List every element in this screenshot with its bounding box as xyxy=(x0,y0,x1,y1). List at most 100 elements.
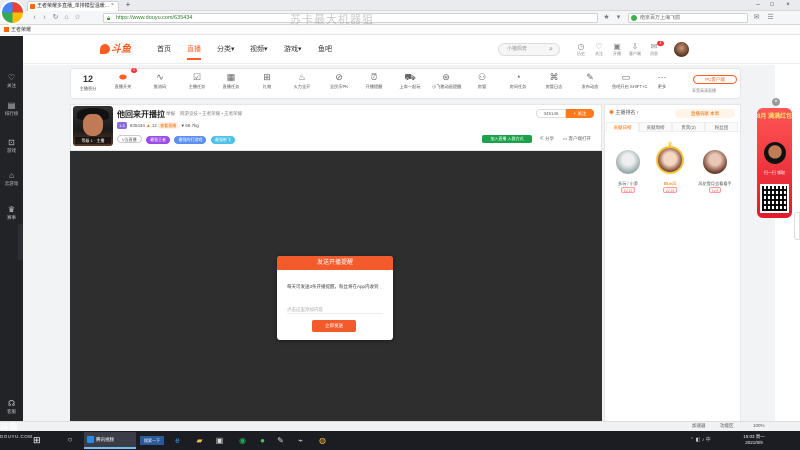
tab-daily-rank[interactable]: 贡献日榜 xyxy=(606,122,639,132)
editor-icon[interactable]: ✎ xyxy=(274,434,287,447)
folder-icon[interactable]: ▰ xyxy=(193,434,206,447)
room-task-button[interactable]: ◔ 房间任务 xyxy=(504,71,532,90)
client-watch-button[interactable]: ▭ 客户端打开 xyxy=(563,136,591,142)
bookmark-star-icon[interactable]: ★ xyxy=(602,13,611,22)
sidebar-item-service[interactable]: ☊ 客服 xyxy=(0,396,23,422)
anchor-task-button[interactable]: ☑ 主播任务 xyxy=(183,71,211,90)
feature-label: 发布动态 xyxy=(581,84,599,89)
nav-category[interactable]: 分类▾ xyxy=(217,45,235,55)
room-tag[interactable]: 最强带飞 xyxy=(210,136,235,144)
room-admin-button[interactable]: ⚇ 房管 xyxy=(468,71,496,90)
sidebar-item-cloud-game[interactable]: ⌂ 云游戏 xyxy=(0,168,23,194)
gift-button[interactable]: ⊞ 礼物 xyxy=(253,71,281,90)
crown-icon: ♛ xyxy=(667,142,673,148)
nav-yuba[interactable]: 鱼吧 xyxy=(318,45,332,55)
admin-log-button[interactable]: ⌘ 房管日志 xyxy=(540,71,568,90)
nav-home[interactable]: 首页 xyxy=(157,45,171,55)
join-ride-button[interactable]: ⛟ 上车一起玩 xyxy=(396,71,424,90)
go-live-button[interactable]: ▣ 开播 xyxy=(610,42,624,57)
follow-list-button[interactable]: ♡ 关注 xyxy=(592,42,606,57)
green-app-icon[interactable]: ● xyxy=(256,434,269,447)
trophy-icon: ♛ xyxy=(7,205,16,214)
rank-user-1[interactable]: ♛ Blue风 LV.15 xyxy=(650,142,690,194)
wechat-icon[interactable]: ◉ xyxy=(236,434,249,447)
edge-icon[interactable]: e xyxy=(171,434,184,447)
new-tab-icon[interactable]: + xyxy=(123,1,133,10)
history-button[interactable]: ◷ 历史 xyxy=(574,42,588,57)
window-close-icon[interactable]: × xyxy=(782,0,794,10)
watch-report[interactable]: 查看直播 xyxy=(158,122,179,129)
tab-vip[interactable]: 贵宾(2) xyxy=(672,122,705,132)
menu-icon[interactable]: ☰ xyxy=(766,13,775,22)
room-category[interactable]: 网游竞技 • 王者荣耀 • 王者荣耀 xyxy=(180,111,242,117)
chrome-icon[interactable]: ◍ xyxy=(316,434,329,447)
browser-logo-icon[interactable] xyxy=(0,0,25,25)
nav-games[interactable]: 游戏▾ xyxy=(284,45,302,55)
rank-user-3[interactable]: 风花雪月会看看手 LV.9 xyxy=(695,150,735,194)
pc-client-button[interactable]: PC客户端 xyxy=(693,75,737,84)
follow-button[interactable]: + 关注 xyxy=(566,109,594,118)
search-icon[interactable]: ⌕ xyxy=(549,46,553,54)
tab-close-icon[interactable]: × xyxy=(111,2,114,8)
tab-weekly-rank[interactable]: 贡献周榜 xyxy=(639,122,672,132)
status-functions[interactable]: 功能区 xyxy=(720,423,734,429)
room-tag[interactable]: V当直播 xyxy=(117,135,142,143)
sidebar-item-games[interactable]: ⊡ 游戏 xyxy=(0,135,23,161)
nav-live[interactable]: 直播 xyxy=(187,45,201,55)
tab-fan-club[interactable]: 粉丝团 xyxy=(705,122,738,132)
terminal-icon[interactable]: ⌁ xyxy=(294,434,307,447)
join-fans-button[interactable]: 加入直播 入群方式 xyxy=(482,135,532,143)
client-download-button[interactable]: ⇩ 客户端 xyxy=(628,42,642,57)
report-link[interactable]: 举报 xyxy=(166,111,175,117)
dropdown-icon[interactable]: ▾ xyxy=(614,13,623,22)
live-switch-button[interactable]: ⬬ 直播开关 xyxy=(109,71,137,90)
maximize-icon[interactable]: □ xyxy=(766,0,778,10)
user-avatar[interactable] xyxy=(674,42,689,57)
firepower-button[interactable]: ♨ 火力全开 xyxy=(288,71,316,90)
refresh-icon[interactable]: ↻ xyxy=(51,13,60,22)
post-dynamic-button[interactable]: ✎ 发布动态 xyxy=(576,71,604,90)
forward-icon[interactable]: › xyxy=(40,13,49,22)
room-tag[interactable]: 最强王者 xyxy=(146,136,171,144)
pk-button[interactable]: ⊘ 全民乐PK xyxy=(325,71,353,90)
weekly-contribution-link[interactable]: 直播贡献 本周 xyxy=(675,109,735,118)
browser-search-field[interactable]: 南京百万上海飞鸽 xyxy=(628,13,748,23)
ad-close-icon[interactable]: × xyxy=(772,98,780,106)
extension-icon[interactable]: ✉ xyxy=(752,13,761,22)
bookmark-item[interactable]: 王者荣耀 xyxy=(4,26,31,34)
taskbar-search-icon[interactable]: ○ xyxy=(60,434,80,446)
store-icon[interactable]: ▣ xyxy=(213,434,226,447)
minimize-icon[interactable]: – xyxy=(752,0,764,10)
live-task-button[interactable]: ▦ 直播任务 xyxy=(217,71,245,90)
home-icon[interactable]: ⌂ xyxy=(62,13,71,22)
streamer-avatar[interactable]: 等级 1 · 主播 xyxy=(73,106,113,146)
sidebar-item-ranking[interactable]: ▤ 排行榜 xyxy=(0,98,23,124)
taskbar-app[interactable]: 腾讯视频 xyxy=(84,432,136,449)
reminder-content-input[interactable]: 点击这里添加内容 xyxy=(287,306,383,314)
anchor-rank-link[interactable]: ◉ 主播排名 › xyxy=(609,109,638,116)
system-tray[interactable]: ⌃ ◧ ♪ 中 xyxy=(690,436,711,444)
taskbar-clock[interactable]: 15:03 周一 2021/8/9 xyxy=(734,434,774,446)
nav-video[interactable]: 视频▾ xyxy=(250,45,268,55)
status-accelerator[interactable]: 加速器 xyxy=(692,423,706,429)
room-tag[interactable]: 最强的打游戏 xyxy=(174,136,207,144)
stream-key-button[interactable]: ∿ 推流码 xyxy=(146,71,174,90)
live-reminder-button[interactable]: ⏰︎ 开播提醒 xyxy=(360,71,388,90)
start-windows-icon[interactable]: ⊞ xyxy=(33,436,41,445)
favorites-icon[interactable]: ☆ xyxy=(73,13,82,22)
chevron-down-icon: ▾ xyxy=(231,46,235,53)
share-button[interactable]: ⇱ 分享 xyxy=(540,136,554,142)
rank-user-2[interactable]: 多玩 / 小萝 LV.12 xyxy=(608,150,648,194)
browser-tab[interactable]: 王者荣耀多直播_单排模型温暖... xyxy=(27,1,119,11)
taskbar-search-tip[interactable]: 搜索一下 xyxy=(140,436,164,445)
pig-animation-button[interactable]: ⊛ 小飞猪动画提醒 xyxy=(432,71,461,90)
more-button[interactable]: ⋯ 更多 xyxy=(648,71,676,90)
zoom-level[interactable]: 100% xyxy=(753,423,765,428)
sidebar-item-follow[interactable]: ♡ 关注 xyxy=(0,70,23,96)
back-icon[interactable]: ‹ xyxy=(30,13,39,22)
send-now-button[interactable]: 立即发送 xyxy=(312,320,356,332)
side-handle[interactable] xyxy=(794,212,800,240)
douyu-logo[interactable]: 斗鱼 xyxy=(100,42,134,58)
avatar-face xyxy=(83,114,103,136)
yuba-open-button[interactable]: ▭ 鱼吧开启 SHIFT+C xyxy=(612,71,647,90)
